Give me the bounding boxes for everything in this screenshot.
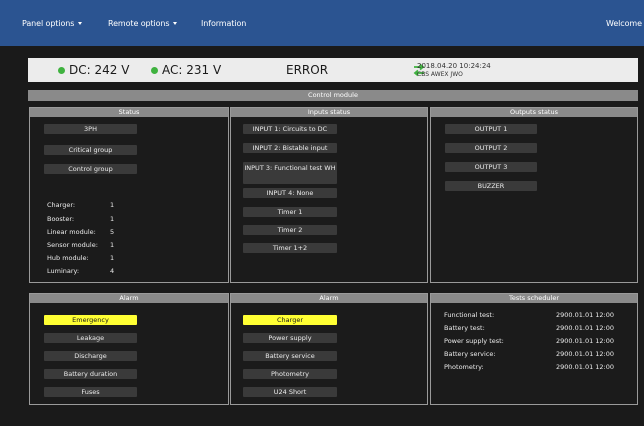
top-navbar: Panel options Remote options Information… bbox=[0, 0, 644, 46]
output-2-button[interactable]: OUTPUT 2 bbox=[445, 143, 537, 153]
inputs-status-title: Inputs status bbox=[231, 108, 427, 117]
input-1-button[interactable]: INPUT 1: Circuits to DC bbox=[243, 124, 337, 134]
booster-value: 1 bbox=[110, 215, 115, 223]
control-module-header: Control module bbox=[28, 90, 638, 101]
alarm-panel-left: Alarm Emergency Leakage Discharge Batter… bbox=[29, 293, 229, 405]
inputs-status-panel: Inputs status INPUT 1: Circuits to DC IN… bbox=[230, 107, 428, 283]
input-2-button[interactable]: INPUT 2: Bistable input bbox=[243, 143, 337, 153]
outputs-status-title: Outputs status bbox=[431, 108, 637, 117]
charger-label: Charger: bbox=[47, 201, 76, 209]
chevron-down-icon bbox=[173, 22, 178, 25]
alarm-mid-title: Alarm bbox=[231, 294, 427, 303]
emergency-button[interactable]: Emergency bbox=[44, 315, 137, 325]
hub-module-label: Hub module: bbox=[47, 254, 89, 262]
system-state: ERROR bbox=[286, 63, 329, 77]
linear-module-label: Linear module: bbox=[47, 228, 96, 236]
luminary-value: 4 bbox=[110, 267, 115, 275]
battery-test-date: 2900.01.01 12:00 bbox=[556, 324, 615, 332]
power-supply-test-label: Power supply test: bbox=[444, 337, 504, 345]
dc-status-indicator bbox=[58, 67, 65, 74]
sensor-module-value: 1 bbox=[110, 241, 115, 249]
ac-status-indicator bbox=[151, 67, 158, 74]
leakage-button[interactable]: Leakage bbox=[44, 333, 137, 343]
status-panel-title: Status bbox=[30, 108, 228, 117]
chevron-down-icon bbox=[78, 22, 83, 25]
buzzer-button[interactable]: BUZZER bbox=[445, 181, 537, 191]
ac-voltage: AC: 231 V bbox=[162, 63, 222, 77]
remote-options-menu[interactable]: Remote options bbox=[108, 19, 178, 28]
battery-service-date: 2900.01.01 12:00 bbox=[556, 350, 615, 358]
u24-short-button[interactable]: U24 Short bbox=[243, 387, 337, 397]
discharge-button[interactable]: Discharge bbox=[44, 351, 137, 361]
input-3-button[interactable]: INPUT 3: Functional test WH bbox=[243, 162, 337, 184]
photometry-label: Photometry: bbox=[444, 363, 484, 371]
hub-module-value: 1 bbox=[110, 254, 115, 262]
luminary-label: Luminary: bbox=[47, 267, 80, 275]
status-panel: Status 3PH Critical group Control group … bbox=[29, 107, 229, 283]
alarm-panel-middle: Alarm Charger Power supply Battery servi… bbox=[230, 293, 428, 405]
critical-group-button[interactable]: Critical group bbox=[44, 145, 137, 155]
fuses-button[interactable]: Fuses bbox=[44, 387, 137, 397]
battery-test-label: Battery test: bbox=[444, 324, 485, 332]
panel-options-label: Panel options bbox=[22, 19, 75, 28]
tests-scheduler-panel: Tests scheduler Functional test: 2900.01… bbox=[430, 293, 638, 405]
photometry-button[interactable]: Photometry bbox=[243, 369, 337, 379]
battery-service-button[interactable]: Battery service bbox=[243, 351, 337, 361]
output-1-button[interactable]: OUTPUT 1 bbox=[445, 124, 537, 134]
information-link[interactable]: Information bbox=[201, 19, 246, 28]
battery-duration-button[interactable]: Battery duration bbox=[44, 369, 137, 379]
output-3-button[interactable]: OUTPUT 3 bbox=[445, 162, 537, 172]
timer-1-button[interactable]: Timer 1 bbox=[243, 207, 337, 217]
sensor-module-label: Sensor module: bbox=[47, 241, 98, 249]
input-4-button[interactable]: INPUT 4: None bbox=[243, 188, 337, 198]
dc-voltage: DC: 242 V bbox=[69, 63, 130, 77]
photometry-date: 2900.01.01 12:00 bbox=[556, 363, 615, 371]
3ph-button[interactable]: 3PH bbox=[44, 124, 137, 134]
remote-options-label: Remote options bbox=[108, 19, 170, 28]
tests-scheduler-title: Tests scheduler bbox=[431, 294, 637, 303]
power-supply-test-date: 2900.01.01 12:00 bbox=[556, 337, 615, 345]
status-bar: DC: 242 V AC: 231 V ERROR 2018.04.20 10:… bbox=[28, 58, 638, 82]
charger-alarm-button[interactable]: Charger bbox=[243, 315, 337, 325]
functional-test-label: Functional test: bbox=[444, 311, 495, 319]
battery-service-label: Battery service: bbox=[444, 350, 496, 358]
functional-test-date: 2900.01.01 12:00 bbox=[556, 311, 615, 319]
device-name: CBS AWEX JWO bbox=[417, 71, 463, 78]
datetime: 2018.04.20 10:24:24 bbox=[417, 62, 491, 70]
charger-value: 1 bbox=[110, 201, 115, 209]
booster-label: Booster: bbox=[47, 215, 75, 223]
linear-module-value: 5 bbox=[110, 228, 115, 236]
welcome-link[interactable]: Welcome bbox=[606, 19, 642, 28]
timer-1-2-button[interactable]: Timer 1+2 bbox=[243, 243, 337, 253]
outputs-status-panel: Outputs status OUTPUT 1 OUTPUT 2 OUTPUT … bbox=[430, 107, 638, 283]
alarm-left-title: Alarm bbox=[30, 294, 228, 303]
control-group-button[interactable]: Control group bbox=[44, 164, 137, 174]
panel-options-menu[interactable]: Panel options bbox=[22, 19, 83, 28]
power-supply-button[interactable]: Power supply bbox=[243, 333, 337, 343]
timer-2-button[interactable]: Timer 2 bbox=[243, 225, 337, 235]
